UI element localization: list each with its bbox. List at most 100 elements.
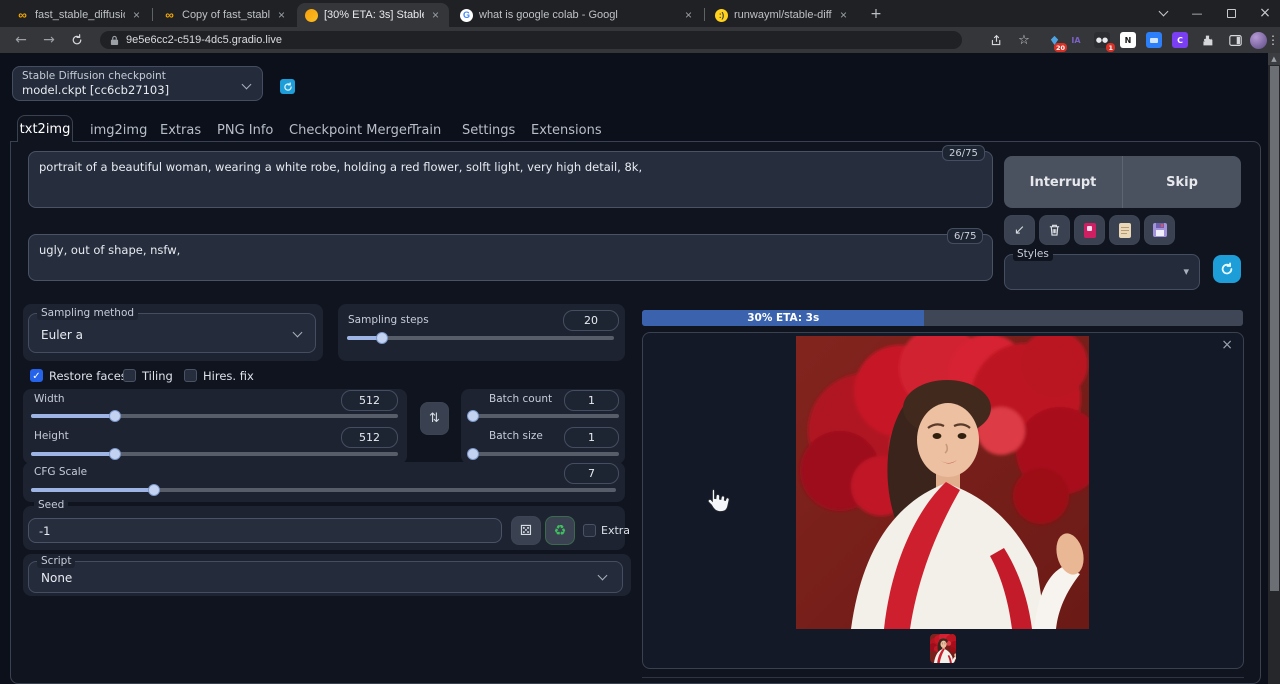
reuse-seed-button[interactable]: ♻ xyxy=(545,516,575,545)
slider-handle[interactable] xyxy=(467,448,479,460)
tab-png-info[interactable]: PNG Info xyxy=(217,123,273,138)
random-seed-button[interactable]: ⚄ xyxy=(511,516,541,545)
prompt-textarea[interactable]: portrait of a beautiful woman, wearing a… xyxy=(28,151,993,208)
clipboard-icon xyxy=(1119,223,1131,238)
slider-handle[interactable] xyxy=(109,448,121,460)
bookmark-star-icon[interactable]: ☆ xyxy=(1013,30,1035,50)
extension-icon-3[interactable]: ●● 1 xyxy=(1094,32,1110,48)
tab-train[interactable]: Train xyxy=(410,123,441,138)
recycle-icon: ♻ xyxy=(554,523,567,539)
extension-icon-5[interactable] xyxy=(1146,32,1162,48)
interrupt-button[interactable]: Interrupt xyxy=(1004,156,1123,208)
profile-avatar[interactable] xyxy=(1250,32,1267,49)
width-label: Width xyxy=(34,393,65,405)
tab-img2img[interactable]: img2img xyxy=(90,123,147,138)
reload-icon[interactable] xyxy=(66,30,88,50)
extra-networks-button[interactable] xyxy=(1074,215,1105,245)
trash-icon xyxy=(1048,223,1061,237)
prompt-token-counter: 26/75 xyxy=(942,145,985,161)
tab-close-icon[interactable]: × xyxy=(838,8,849,22)
tab-settings[interactable]: Settings xyxy=(462,123,515,138)
extension-icon-6[interactable]: C xyxy=(1172,32,1188,48)
address-bar[interactable]: 9e5e6cc2-c519-4dc5.gradio.live xyxy=(100,31,962,49)
tab-extras[interactable]: Extras xyxy=(160,123,201,138)
gradio-icon xyxy=(305,9,318,22)
chevron-down-icon xyxy=(242,80,252,90)
paste-params-button[interactable]: ↙ xyxy=(1004,215,1035,245)
width-input[interactable]: 512 xyxy=(341,390,398,411)
scrollbar-thumb[interactable] xyxy=(1270,66,1279,591)
slider-handle[interactable] xyxy=(148,484,160,496)
styles-label: Styles xyxy=(1013,248,1053,261)
tab-extensions[interactable]: Extensions xyxy=(531,123,602,138)
styles-dropdown[interactable]: Styles ▾ xyxy=(1004,254,1200,290)
browser-tab-2[interactable]: ∞ Copy of fast_stable_diffusion_ × xyxy=(155,3,295,27)
batch-size-slider[interactable] xyxy=(473,452,619,456)
cfg-input[interactable]: 7 xyxy=(564,463,619,484)
browser-tab-5[interactable]: :) runwayml/stable-diffusion-v1 × xyxy=(707,3,857,27)
browser-tab-active[interactable]: [30% ETA: 3s] Stable Diffusion × xyxy=(297,3,449,27)
forward-icon[interactable]: → xyxy=(38,30,60,50)
scroll-up-icon[interactable]: ▲ xyxy=(1268,53,1280,65)
batch-size-input[interactable]: 1 xyxy=(564,427,619,448)
sampling-steps-slider[interactable] xyxy=(347,336,614,340)
swap-dimensions-button[interactable]: ⇅ xyxy=(420,402,449,435)
new-tab-button[interactable]: + xyxy=(865,4,887,24)
extension-badge: 1 xyxy=(1106,43,1115,52)
clear-prompt-button[interactable] xyxy=(1039,215,1070,245)
back-icon[interactable]: ← xyxy=(10,30,32,50)
skip-button[interactable]: Skip xyxy=(1123,156,1241,208)
slider-handle[interactable] xyxy=(376,332,388,344)
styles-refresh-button[interactable] xyxy=(1213,255,1241,283)
checkpoint-dropdown[interactable]: Stable Diffusion checkpoint model.ckpt [… xyxy=(12,66,263,101)
tab-close-icon[interactable]: × xyxy=(430,8,441,22)
share-icon[interactable] xyxy=(985,30,1007,50)
tab-txt2img[interactable]: txt2img xyxy=(17,115,73,142)
slider-handle[interactable] xyxy=(467,410,479,422)
seed-input[interactable] xyxy=(28,518,502,543)
slider-handle[interactable] xyxy=(109,410,121,422)
window-maximize-button[interactable] xyxy=(1214,0,1248,26)
negative-prompt-textarea[interactable]: ugly, out of shape, nsfw, xyxy=(28,234,993,281)
gallery-thumbnail[interactable] xyxy=(930,634,956,663)
browser-menu-dots-icon[interactable]: ⋮ xyxy=(1268,30,1278,50)
height-slider[interactable] xyxy=(31,452,398,456)
swap-arrows-icon: ⇅ xyxy=(429,411,440,426)
tab-checkpoint-merger[interactable]: Checkpoint Merger xyxy=(289,123,412,138)
sidebar-panel-icon[interactable] xyxy=(1224,30,1246,50)
extra-seed-checkbox[interactable] xyxy=(583,524,596,537)
browser-tab-1[interactable]: ∞ fast_stable_diffusion_AUTOMA × xyxy=(8,3,150,27)
tab-close-icon[interactable]: × xyxy=(131,8,142,22)
checkpoint-refresh-button[interactable] xyxy=(280,79,295,94)
sampling-method-dropdown[interactable]: Sampling method Euler a xyxy=(28,313,316,353)
lock-icon xyxy=(110,35,119,46)
hires-fix-checkbox[interactable] xyxy=(184,369,197,382)
generated-image-preview[interactable] xyxy=(796,336,1089,629)
page-scrollbar[interactable]: ▲ xyxy=(1268,53,1280,684)
batch-count-slider[interactable] xyxy=(473,414,619,418)
extension-icon-ia[interactable]: IA xyxy=(1068,32,1084,48)
save-style-button[interactable] xyxy=(1144,215,1175,245)
tiling-checkbox[interactable] xyxy=(123,369,136,382)
sampling-steps-input[interactable]: 20 xyxy=(563,310,619,331)
extension-icon-1[interactable]: 20 xyxy=(1046,32,1062,48)
apply-style-button[interactable] xyxy=(1109,215,1140,245)
extension-icon-notion[interactable]: N xyxy=(1120,32,1136,48)
tab-close-icon[interactable]: × xyxy=(683,8,694,22)
extensions-puzzle-icon[interactable] xyxy=(1196,30,1218,50)
cfg-slider[interactable] xyxy=(31,488,616,492)
height-input[interactable]: 512 xyxy=(341,427,398,448)
tab-close-icon[interactable]: × xyxy=(276,8,287,22)
browser-tab-4[interactable]: G what is google colab - Googl × xyxy=(452,3,702,27)
browser-tab-strip: ∞ fast_stable_diffusion_AUTOMA × ∞ Copy … xyxy=(0,0,1280,27)
progress-fill: 30% ETA: 3s xyxy=(642,310,924,326)
gallery-close-icon[interactable]: × xyxy=(1221,337,1233,353)
tab-search-icon[interactable] xyxy=(1146,0,1180,26)
batch-count-input[interactable]: 1 xyxy=(564,390,619,411)
window-minimize-button[interactable]: — xyxy=(1180,0,1214,26)
restore-faces-checkbox[interactable]: ✓ xyxy=(30,369,43,382)
colab-icon: ∞ xyxy=(16,9,29,22)
width-slider[interactable] xyxy=(31,414,398,418)
window-close-button[interactable]: × xyxy=(1248,0,1280,26)
script-dropdown[interactable]: Script None xyxy=(28,561,623,593)
